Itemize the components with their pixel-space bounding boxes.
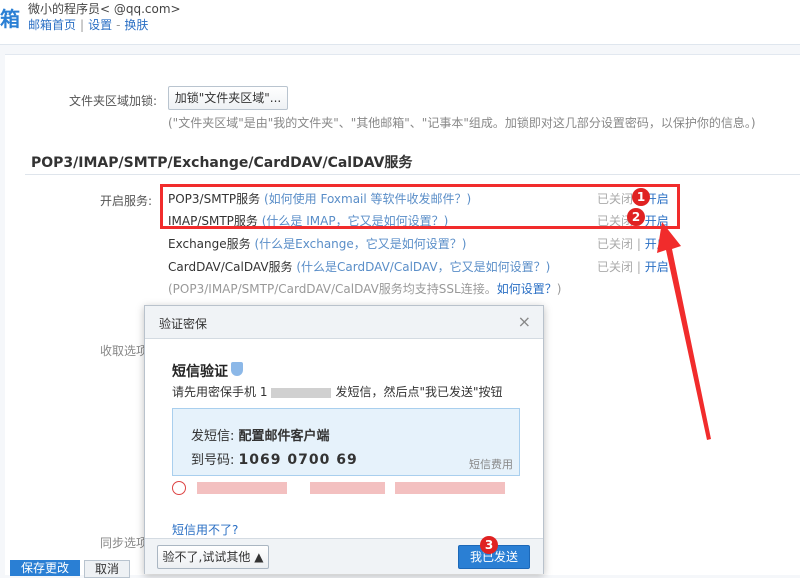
close-icon[interactable]: × [518, 312, 531, 331]
cancel-button[interactable]: 取消 [84, 560, 130, 578]
sms-instruction: 请先用密保手机 1 发短信，然后点"我已发送"按钮 [172, 385, 503, 399]
annotation-badge-3: 3 [480, 536, 498, 554]
sms-unavailable-link[interactable]: 短信用不了? [172, 521, 238, 538]
blurred-error-text [395, 482, 505, 494]
shield-icon [231, 362, 243, 376]
blurred-phone [271, 387, 332, 398]
sms-fee-label: 短信费用 [469, 458, 513, 471]
sms-info-box: 发短信: 配置邮件客户端 到号码: 1069 0700 69 短信费用 [172, 408, 520, 476]
try-other-button[interactable]: 验不了,试试其他 ▲ [157, 545, 269, 569]
blurred-error-text [197, 482, 287, 494]
dialog-header: 验证密保 × [145, 306, 543, 339]
blurred-error-text [310, 482, 385, 494]
verify-dialog: 验证密保 × 短信验证 请先用密保手机 1 发短信，然后点"我已发送"按钮 发短信… [144, 305, 544, 574]
save-changes-button[interactable]: 保存更改 [10, 560, 80, 576]
sms-verify-title: 短信验证 [172, 364, 228, 380]
sms-content-row: 发短信: 配置邮件客户端 [191, 429, 330, 444]
sms-number-row: 到号码: 1069 0700 69 [191, 452, 358, 468]
dialog-title: 验证密保 [159, 317, 208, 331]
error-icon [172, 481, 186, 495]
triangle-up-icon: ▲ [254, 550, 264, 564]
